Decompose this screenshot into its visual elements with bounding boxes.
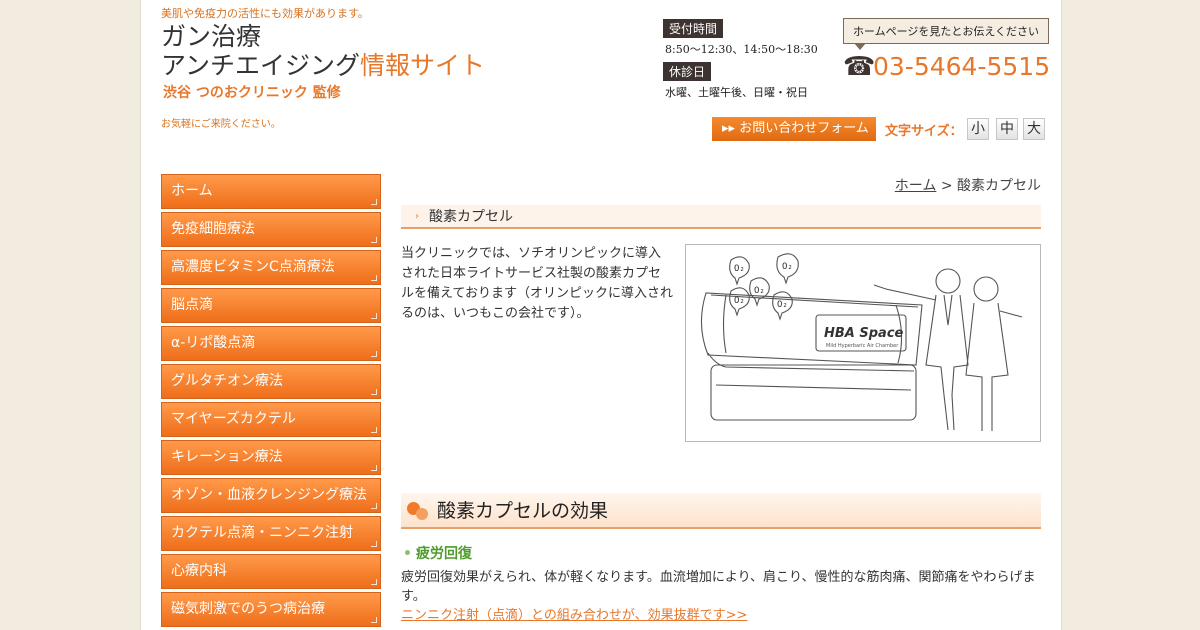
sidebar-item-ozone[interactable]: オゾン・血液クレンジング療法 xyxy=(161,478,381,513)
tagline: 美肌や免疫力の活性にも効果があります。 xyxy=(161,7,369,20)
contact-form-label: お問い合わせフォーム xyxy=(739,121,869,136)
fatigue-recovery-body: 疲労回復効果がえられ、体が軽くなります。血流増加により、肩こり、慢性的な筋肉痛、… xyxy=(401,570,1036,604)
capsule-brand-text: HBA Space xyxy=(824,326,904,341)
sidebar-item-immune-cell-therapy[interactable]: 免疫細胞療法 xyxy=(161,212,381,247)
sidebar-item-chelation[interactable]: キレーション療法 xyxy=(161,440,381,475)
breadcrumb-home-link[interactable]: ホーム xyxy=(895,178,937,194)
breadcrumb: ホーム > 酸素カプセル xyxy=(401,175,1041,195)
double-chevron-icon: ▸▸ xyxy=(722,121,740,136)
bullet-icon: • xyxy=(403,546,412,562)
page-container: 美肌や免疫力の活性にも効果があります。 ガン治療 アンチエイジング情報サイト 渋… xyxy=(140,0,1062,630)
sidebar-item-vitamin-c[interactable]: 高濃度ビタミンC点滴療法 xyxy=(161,250,381,285)
capsule-brand-subtext: Mild Hyperbaric Air Chamber xyxy=(826,343,899,349)
breadcrumb-separator: > xyxy=(940,178,953,194)
orange-circles-icon xyxy=(407,502,429,520)
effects-heading: 酸素カプセルの効果 xyxy=(401,493,1041,529)
closed-days-label: 休診日 xyxy=(663,62,712,81)
garlic-injection-link[interactable]: ニンニク注射（点滴）との組み合わせが、効果抜群です>> xyxy=(401,604,747,623)
o2-label: O₂ xyxy=(782,262,793,272)
closed-days-value: 水曜、土曜午後、日曜・祝日 xyxy=(665,86,808,99)
clinic-hours: 受付時間 8:50〜12:30、14:50〜18:30 休診日 水曜、土曜午後、… xyxy=(663,18,823,104)
o2-label: O₂ xyxy=(734,264,745,274)
effects-heading-text: 酸素カプセルの効果 xyxy=(437,500,609,522)
site-title-line2-text: アンチエイジング xyxy=(161,51,361,80)
breadcrumb-current: 酸素カプセル xyxy=(957,178,1041,194)
phone-number[interactable]: ☎03-5464-5515 xyxy=(843,52,1051,82)
sidebar-item-psychosomatic[interactable]: 心療内科 xyxy=(161,554,381,589)
o2-label: O₂ xyxy=(754,286,765,296)
site-title-highlight: 情報サイト xyxy=(360,51,486,80)
fatigue-recovery-heading: • 疲労回復 xyxy=(403,543,472,563)
font-size-label: 文字サイズ： xyxy=(885,124,963,139)
phone-number-text: 03-5464-5515 xyxy=(873,52,1051,81)
site-title-line1: ガン治療 xyxy=(161,22,262,51)
site-title-line2: アンチエイジング情報サイト xyxy=(161,51,485,80)
sidebar-nav: ホーム 免疫細胞療法 高濃度ビタミンC点滴療法 脳点滴 α-リポ酸点滴 グルタチ… xyxy=(161,174,381,630)
supervisor-label: 渋谷 つのおクリニック 監修 xyxy=(163,85,341,101)
o2-label: O₂ xyxy=(734,296,745,306)
font-size-small-button[interactable]: 小 xyxy=(967,118,989,140)
section-title: › 酸素カプセル xyxy=(401,205,1041,229)
sidebar-item-cocktail-garlic[interactable]: カクテル点滴・ニンニク注射 xyxy=(161,516,381,551)
reception-hours-value: 8:50〜12:30、14:50〜18:30 xyxy=(665,43,818,56)
reception-hours-label: 受付時間 xyxy=(663,19,724,38)
sidebar-item-myers-cocktail[interactable]: マイヤーズカクテル xyxy=(161,402,381,437)
intro-paragraph: 当クリニックでは、ソチオリンピックに導入された日本ライトサービス社製の酸素カプセ… xyxy=(401,246,673,321)
font-size-large-button[interactable]: 大 xyxy=(1023,118,1045,140)
sidebar-item-magnetic-depression[interactable]: 磁気刺激でのうつ病治療 xyxy=(161,592,381,627)
phone-box: ホームページを見たとお伝えください ☎03-5464-5515 xyxy=(843,18,1051,82)
chevron-right-icon: › xyxy=(415,211,419,222)
oxygen-capsule-illustration: O₂ O₂ O₂ O₂ O₂ HBA Space Mild Hyperbaric… xyxy=(685,244,1041,442)
sidebar-item-glutathione[interactable]: グルタチオン療法 xyxy=(161,364,381,399)
fatigue-recovery-text: 疲労回復 xyxy=(415,546,472,562)
capsule-drawing: O₂ O₂ O₂ O₂ O₂ HBA Space Mild Hyperbaric… xyxy=(700,253,1023,431)
o2-label: O₂ xyxy=(777,300,788,310)
sidebar-item-home[interactable]: ホーム xyxy=(161,174,381,209)
site-title[interactable]: ガン治療 アンチエイジング情報サイト xyxy=(161,22,485,80)
sidebar-item-alpha-lipoic[interactable]: α-リポ酸点滴 xyxy=(161,326,381,361)
contact-form-button[interactable]: ▸▸ お問い合わせフォーム xyxy=(712,117,876,141)
telephone-icon: ☎ xyxy=(843,52,876,82)
welcome-text: お気軽にご来院ください。 xyxy=(161,119,281,130)
font-size-medium-button[interactable]: 中 xyxy=(996,118,1018,140)
phone-note: ホームページを見たとお伝えください xyxy=(843,18,1049,50)
sidebar-item-brain-drip[interactable]: 脳点滴 xyxy=(161,288,381,323)
section-title-text: 酸素カプセル xyxy=(429,209,513,225)
